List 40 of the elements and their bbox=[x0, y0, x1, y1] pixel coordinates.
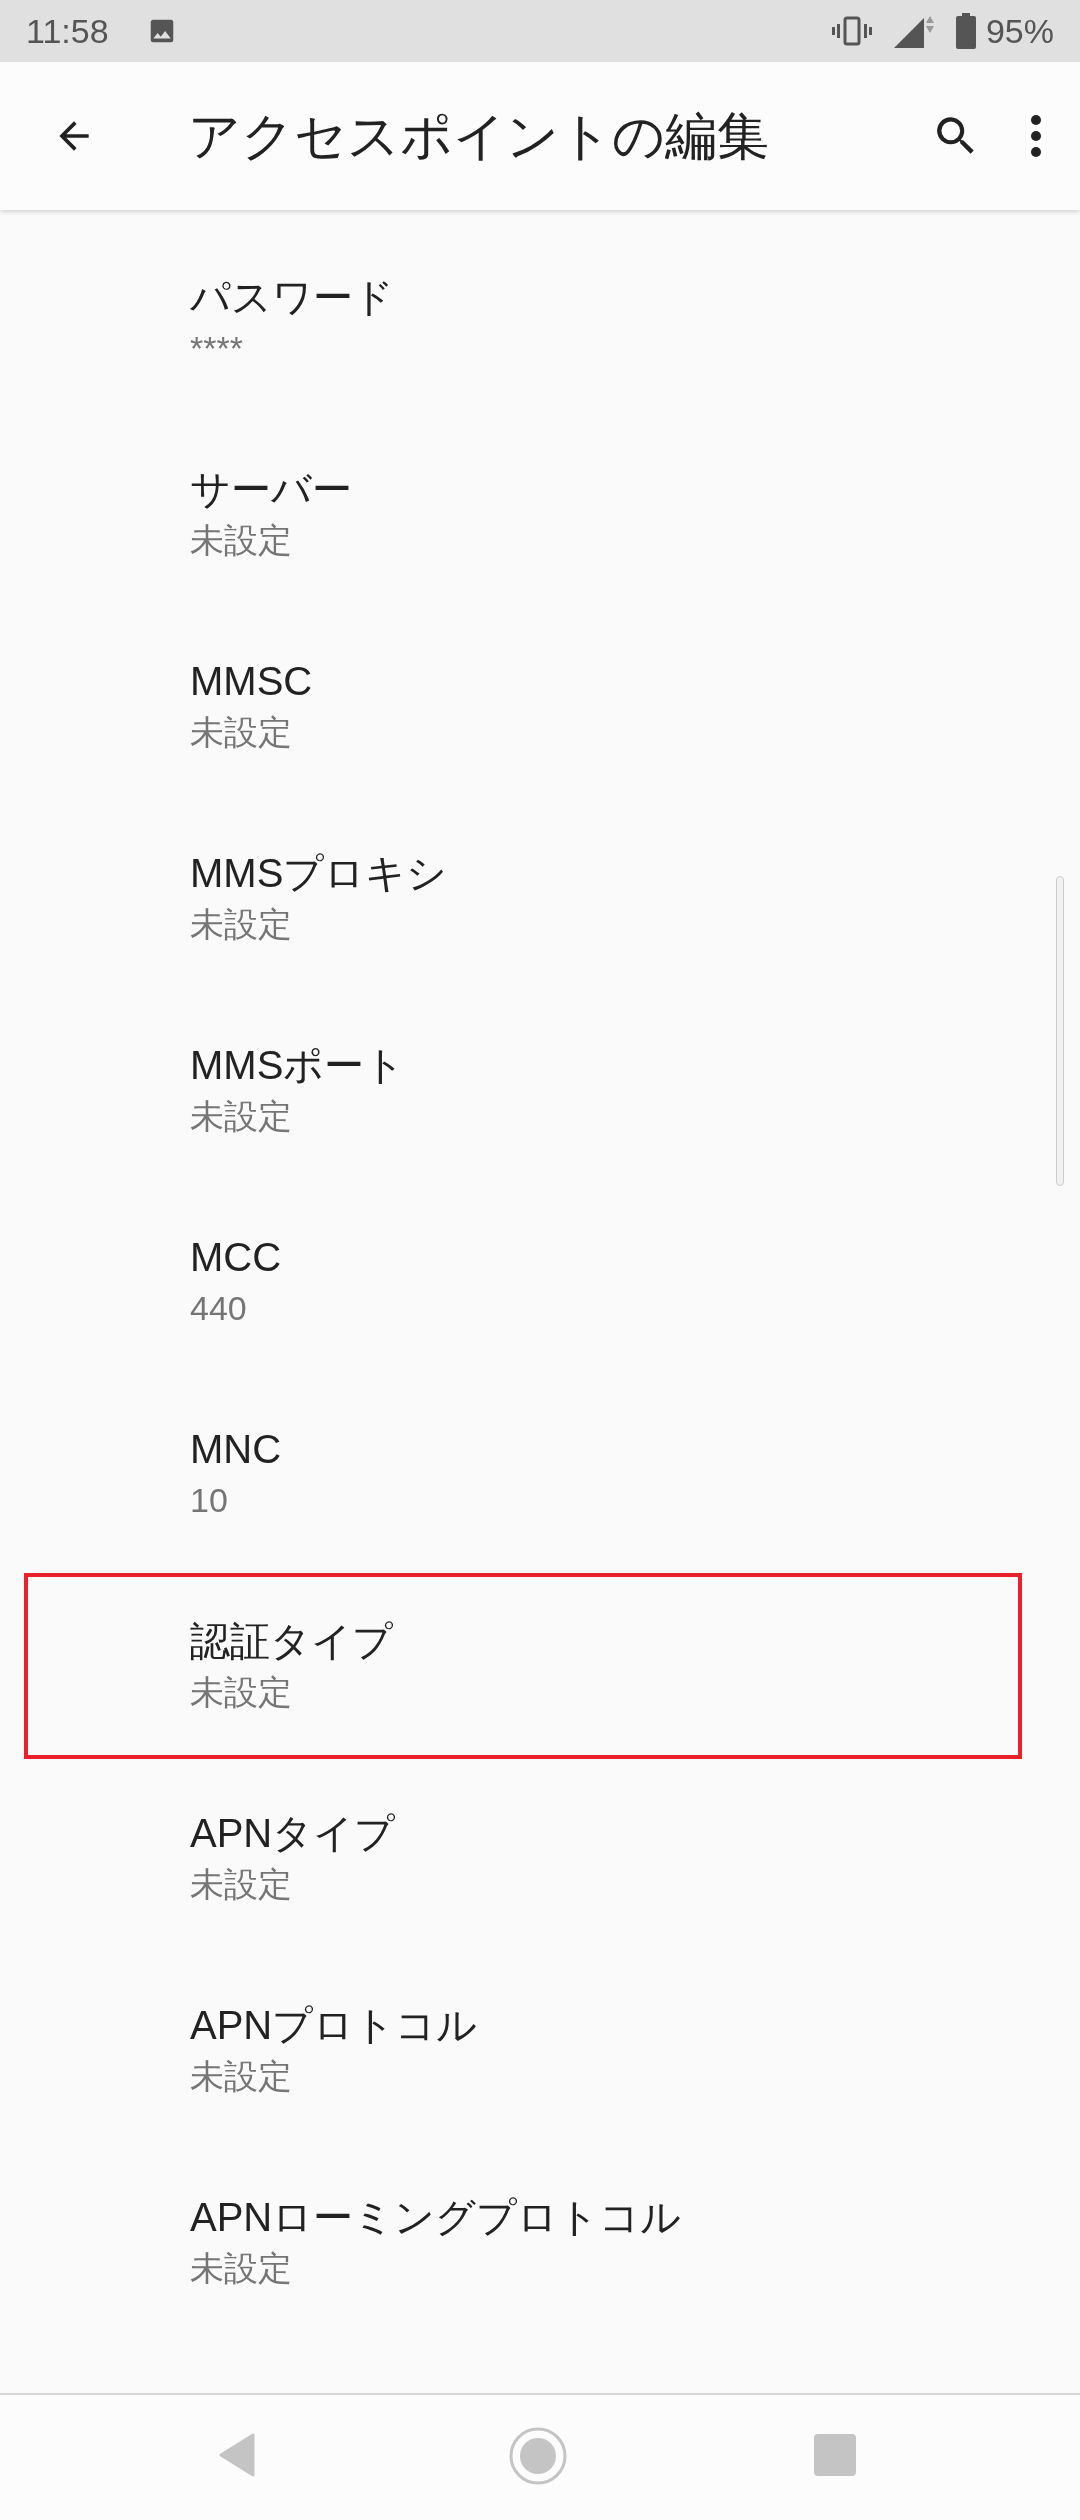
setting-title: MCC bbox=[190, 1234, 282, 1281]
setting-summary: 未設定 bbox=[190, 2056, 293, 2097]
setting-summary: **** bbox=[190, 328, 244, 369]
vibrate-icon bbox=[831, 15, 872, 47]
setting-summary: 未設定 bbox=[190, 712, 293, 753]
status-time: 11:58 bbox=[26, 10, 109, 52]
setting-title: 認証タイプ bbox=[190, 1618, 393, 1665]
setting-summary: 未設定 bbox=[190, 520, 293, 561]
battery-percent: 95% bbox=[985, 10, 1054, 52]
setting-row[interactable]: MMSポート 未設定 bbox=[0, 994, 1080, 1186]
setting-summary: 未設定 bbox=[190, 1864, 293, 1905]
setting-row[interactable]: APNタイプ 未設定 bbox=[0, 1762, 1080, 1954]
setting-row[interactable]: MNC 10 bbox=[0, 1378, 1080, 1570]
setting-summary: 未設定 bbox=[190, 2248, 293, 2289]
setting-title: MMSポート bbox=[190, 1042, 406, 1089]
setting-row[interactable]: パスワード **** bbox=[0, 226, 1080, 418]
setting-title: APNタイプ bbox=[190, 1810, 396, 1857]
setting-row[interactable]: MMSC 未設定 bbox=[0, 610, 1080, 802]
screen-title: アクセスポイントの編集 bbox=[188, 106, 769, 167]
setting-title: パスワード bbox=[190, 274, 394, 321]
setting-title: MNC bbox=[190, 1426, 282, 1473]
setting-title: APNプロトコル bbox=[190, 2002, 478, 2049]
setting-row[interactable]: APNプロトコル 未設定 bbox=[0, 1954, 1080, 2146]
setting-row[interactable]: MMSプロキシ 未設定 bbox=[0, 802, 1080, 994]
setting-title: APNローミングプロトコル bbox=[190, 2194, 682, 2241]
setting-title: MMSプロキシ bbox=[190, 850, 448, 897]
setting-row[interactable]: APNローミングプロトコル 未設定 bbox=[0, 2146, 1080, 2338]
setting-row[interactable]: サーバー 未設定 bbox=[0, 418, 1080, 610]
more-options-icon bbox=[1030, 114, 1042, 158]
setting-summary: 未設定 bbox=[190, 1672, 293, 1713]
highlighted-setting-row[interactable]: 認証タイプ 未設定 bbox=[24, 1573, 1022, 1759]
setting-row[interactable]: MCC 440 bbox=[0, 1186, 1080, 1378]
signal-icon bbox=[893, 14, 936, 48]
battery-icon bbox=[955, 13, 976, 49]
setting-summary: 10 bbox=[190, 1480, 229, 1521]
setting-title: MMSC bbox=[190, 658, 313, 705]
setting-summary: 440 bbox=[190, 1288, 248, 1329]
setting-summary: 未設定 bbox=[190, 1096, 293, 1137]
setting-summary: 未設定 bbox=[190, 904, 293, 945]
setting-title: サーバー bbox=[190, 466, 352, 513]
